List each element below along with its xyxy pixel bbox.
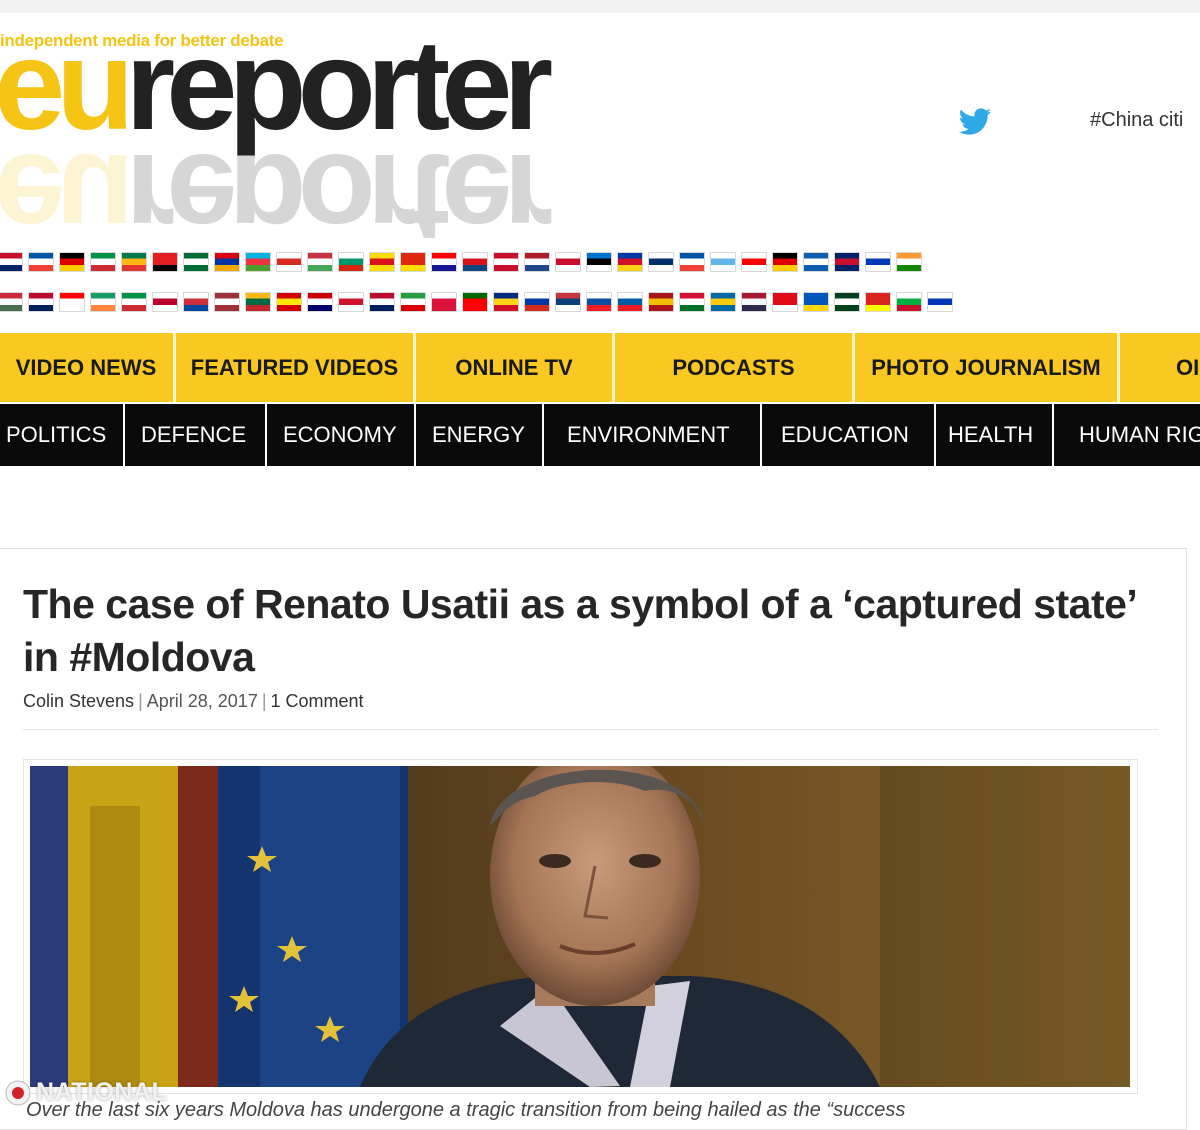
featured-image[interactable] — [30, 766, 1130, 1087]
language-flag-icon[interactable] — [59, 292, 85, 312]
language-flag-icon[interactable] — [121, 292, 147, 312]
article-author[interactable]: Colin Stevens — [23, 691, 134, 711]
section-nav: POLITICS DEFENCE ECONOMY ENERGY ENVIRONM… — [0, 404, 1200, 466]
language-flag-icon[interactable] — [400, 292, 426, 312]
language-flag-icon[interactable] — [586, 252, 612, 272]
language-flag-icon[interactable] — [896, 292, 922, 312]
logo-eu: eu — [0, 14, 134, 157]
nav-politics[interactable]: POLITICS — [6, 404, 106, 466]
language-flag-icon[interactable] — [338, 252, 364, 272]
nav-human-rights[interactable]: HUMAN RIG — [1079, 404, 1200, 466]
meta-separator: | — [261, 691, 267, 711]
language-flag-icon[interactable] — [276, 292, 302, 312]
meta-separator: | — [138, 691, 143, 711]
language-flag-icon[interactable] — [28, 292, 54, 312]
primary-nav: VIDEO NEWS FEATURED VIDEOS ONLINE TV POD… — [0, 333, 1200, 402]
language-flag-icon[interactable] — [462, 252, 488, 272]
language-flag-icon[interactable] — [834, 292, 860, 312]
language-flag-icon[interactable] — [679, 252, 705, 272]
language-flag-icon[interactable] — [741, 252, 767, 272]
site-logo[interactable]: eureporter — [0, 22, 553, 150]
watermark-logo-icon — [5, 1080, 31, 1105]
nav-podcasts[interactable]: PODCASTS — [615, 333, 852, 402]
nav-education[interactable]: EDUCATION — [781, 404, 909, 466]
language-flag-icon[interactable] — [400, 252, 426, 272]
language-flag-icon[interactable] — [369, 252, 395, 272]
language-flag-icon[interactable] — [245, 252, 271, 272]
language-flag-icon[interactable] — [369, 292, 395, 312]
language-flag-icon[interactable] — [28, 252, 54, 272]
language-flag-icon[interactable] — [307, 252, 333, 272]
language-flag-icon[interactable] — [214, 252, 240, 272]
nav-environment[interactable]: ENVIRONMENT — [567, 404, 730, 466]
news-ticker[interactable]: #China citi — [1090, 109, 1183, 132]
language-flag-icon[interactable] — [586, 292, 612, 312]
nav-energy[interactable]: ENERGY — [432, 404, 525, 466]
nav-economy[interactable]: ECONOMY — [283, 404, 397, 466]
language-flag-icon[interactable] — [245, 292, 271, 312]
language-flag-icon[interactable] — [214, 292, 240, 312]
watermark-text: NATIONAL — [36, 1078, 168, 1106]
language-flag-icon[interactable] — [524, 252, 550, 272]
language-flag-icon[interactable] — [679, 292, 705, 312]
language-flag-icon[interactable] — [896, 252, 922, 272]
language-flag-icon[interactable] — [617, 292, 643, 312]
browser-top-strip — [0, 0, 1200, 13]
nav-health[interactable]: HEALTH — [948, 404, 1033, 466]
language-flag-icon[interactable] — [617, 252, 643, 272]
language-flag-icon[interactable] — [493, 292, 519, 312]
nav-defence[interactable]: DEFENCE — [141, 404, 246, 466]
nav-featured-videos[interactable]: FEATURED VIDEOS — [176, 333, 413, 402]
language-flag-icon[interactable] — [183, 292, 209, 312]
language-flag-icon[interactable] — [90, 252, 116, 272]
language-flag-icon[interactable] — [772, 252, 798, 272]
language-flag-icon[interactable] — [741, 292, 767, 312]
language-flag-icon[interactable] — [772, 292, 798, 312]
language-flag-icon[interactable] — [710, 252, 736, 272]
language-flag-icon[interactable] — [865, 252, 891, 272]
article-comments-link[interactable]: 1 Comment — [271, 691, 364, 711]
language-flag-icon[interactable] — [183, 252, 209, 272]
language-flags-row-2 — [0, 292, 960, 314]
divider — [23, 729, 1158, 730]
language-flag-icon[interactable] — [431, 292, 457, 312]
language-flag-icon[interactable] — [803, 252, 829, 272]
language-flag-icon[interactable] — [493, 252, 519, 272]
language-flag-icon[interactable] — [338, 292, 364, 312]
language-flag-icon[interactable] — [648, 292, 674, 312]
language-flag-icon[interactable] — [555, 252, 581, 272]
article-meta: Colin Stevens | April 28, 2017 | 1 Comment — [23, 691, 364, 712]
nav-photo-journalism[interactable]: PHOTO JOURNALISM — [855, 333, 1117, 402]
language-flag-icon[interactable] — [431, 252, 457, 272]
language-flag-icon[interactable] — [307, 292, 333, 312]
article-date: April 28, 2017 — [146, 691, 258, 711]
language-flag-icon[interactable] — [0, 292, 23, 312]
language-flags-row-1 — [0, 252, 960, 274]
language-flag-icon[interactable] — [648, 252, 674, 272]
nav-more[interactable]: OI — [1176, 333, 1199, 402]
article-title[interactable]: The case of Renato Usatii as a symbol of… — [23, 578, 1143, 684]
language-flag-icon[interactable] — [710, 292, 736, 312]
language-flag-icon[interactable] — [59, 252, 85, 272]
language-flag-icon[interactable] — [121, 252, 147, 272]
language-flag-icon[interactable] — [152, 292, 178, 312]
language-flag-icon[interactable] — [462, 292, 488, 312]
language-flag-icon[interactable] — [276, 252, 302, 272]
language-flag-icon[interactable] — [865, 292, 891, 312]
language-flag-icon[interactable] — [524, 292, 550, 312]
logo-reporter: reporter — [125, 14, 553, 157]
language-flag-icon[interactable] — [803, 292, 829, 312]
language-flag-icon[interactable] — [90, 292, 116, 312]
watermark: NATIONAL — [4, 1078, 167, 1107]
language-flag-icon[interactable] — [152, 252, 178, 272]
language-flag-icon[interactable] — [0, 252, 23, 272]
nav-online-tv[interactable]: ONLINE TV — [416, 333, 612, 402]
nav-video-news[interactable]: VIDEO NEWS — [0, 333, 172, 402]
language-flag-icon[interactable] — [834, 252, 860, 272]
language-flag-icon[interactable] — [555, 292, 581, 312]
twitter-bird-icon[interactable] — [958, 108, 992, 136]
language-flag-icon[interactable] — [927, 292, 953, 312]
